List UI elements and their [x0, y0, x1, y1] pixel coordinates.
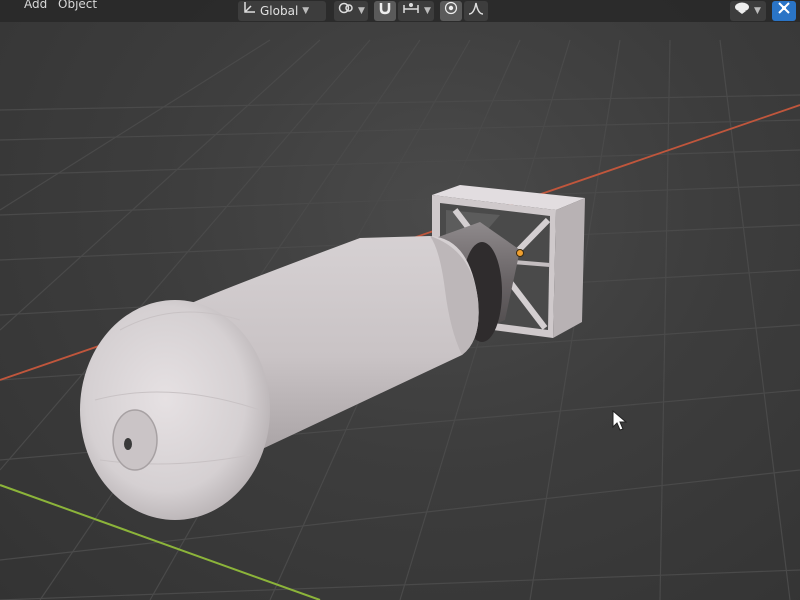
pivot-point-dropdown[interactable]: ▼	[334, 1, 368, 21]
proportional-editing-icon	[444, 1, 458, 21]
navigation-gizmo-toggle[interactable]	[772, 1, 796, 21]
navigation-gizmo-icon	[776, 0, 792, 22]
object-origin-point	[516, 249, 524, 257]
menu-add[interactable]: Add	[24, 0, 47, 12]
snap-toggle[interactable]	[374, 1, 396, 21]
viewport-shading-dropdown[interactable]: ▼	[730, 1, 766, 21]
snap-magnet-icon	[378, 1, 392, 21]
menu-object[interactable]: Object	[58, 0, 97, 12]
chevron-down-icon: ▼	[424, 6, 431, 16]
falloff-curve-icon	[468, 1, 484, 21]
snap-increment-icon	[402, 1, 420, 21]
pivot-icon	[338, 1, 354, 21]
chevron-down-icon: ▼	[358, 6, 365, 16]
snap-target-dropdown[interactable]: ▼	[398, 1, 434, 21]
orientation-icon	[242, 1, 256, 21]
viewport-shading-icon	[734, 1, 750, 21]
chevron-down-icon: ▼	[302, 6, 310, 16]
falloff-dropdown[interactable]	[464, 1, 488, 21]
bomb-mesh[interactable]	[80, 185, 585, 520]
transform-orientation-dropdown[interactable]: Global ▼	[238, 1, 326, 21]
chevron-down-icon: ▼	[754, 6, 761, 16]
orientation-value: Global	[260, 4, 299, 18]
3d-viewport[interactable]: Add Object Global ▼ ▼ ▼ ▼	[0, 0, 800, 600]
viewport-header: Add Object Global ▼ ▼ ▼ ▼	[0, 0, 800, 22]
proportional-editing-toggle[interactable]	[440, 1, 462, 21]
scene-canvas[interactable]	[0, 0, 800, 600]
mouse-pointer-icon	[612, 410, 628, 431]
